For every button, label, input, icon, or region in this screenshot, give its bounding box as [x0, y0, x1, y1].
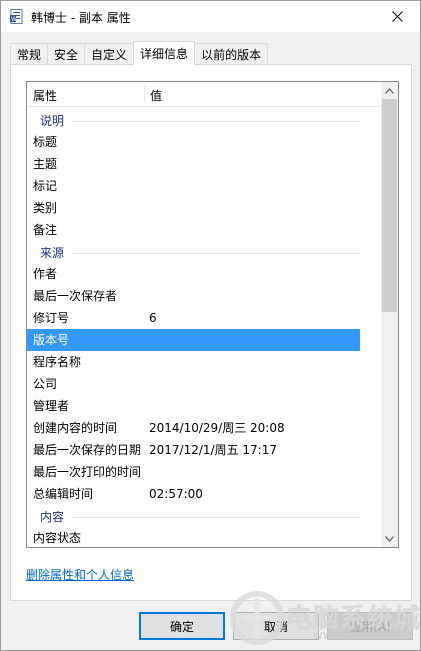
group-divider [73, 517, 360, 518]
list-item[interactable]: 标题 [27, 131, 380, 153]
tab-previous-versions[interactable]: 以前的版本 [194, 43, 269, 65]
group-header-origin: 来源 [27, 241, 380, 263]
chevron-down-icon [385, 535, 394, 542]
properties-dialog: W 韩博士 - 副本 属性 常规 安全 自定义 详细信息 以前的版本 属性 值 [0, 0, 421, 651]
tab-details[interactable]: 详细信息 [133, 41, 196, 65]
property-name: 最后一次保存者 [33, 289, 118, 303]
list-item[interactable]: 备注 [27, 219, 380, 241]
property-value: 2014/10/29/周三 20:08 [149, 421, 285, 435]
property-name: 公司 [33, 377, 58, 391]
column-header-value[interactable]: 值 [150, 87, 162, 104]
properties-list[interactable]: 属性 值 说明 标题 主题 标记 类别 备注 来源 作者 最后一次保存者 修订号… [26, 81, 399, 548]
group-header-content: 内容 [27, 505, 380, 527]
scroll-up-arrow[interactable] [381, 82, 398, 99]
property-name: 标记 [33, 179, 58, 193]
tab-strip: 常规 安全 自定义 详细信息 以前的版本 [10, 41, 269, 65]
close-icon [391, 11, 403, 22]
list-item-selected[interactable]: 版本号 [27, 329, 360, 351]
list-item[interactable]: 修订号 6 [27, 307, 380, 329]
list-item[interactable]: 内容状态 [27, 527, 380, 547]
tab-general[interactable]: 常规 [10, 43, 49, 65]
property-name: 内容状态 [33, 531, 82, 545]
property-name: 主题 [33, 157, 58, 171]
list-item[interactable]: 管理者 [27, 395, 380, 417]
vertical-scrollbar[interactable] [381, 82, 398, 547]
property-name: 作者 [33, 267, 58, 281]
property-name: 程序名称 [33, 355, 82, 369]
property-name: 修订号 [33, 311, 70, 325]
list-item[interactable]: 主题 [27, 153, 380, 175]
cancel-button[interactable]: 取消 [233, 612, 319, 640]
property-name: 标题 [33, 135, 58, 149]
property-name: 类别 [33, 201, 58, 215]
list-item[interactable]: 公司 [27, 373, 380, 395]
list-item[interactable]: 最后一次保存的日期 2017/12/1/周五 17:17 [27, 439, 380, 461]
details-panel: 属性 值 说明 标题 主题 标记 类别 备注 来源 作者 最后一次保存者 修订号… [10, 64, 412, 601]
column-divider[interactable] [144, 85, 145, 103]
group-divider [73, 121, 360, 122]
property-name: 创建内容的时间 [33, 421, 118, 435]
group-divider [73, 253, 360, 254]
group-header-description: 说明 [27, 109, 380, 131]
list-header: 属性 值 [27, 82, 380, 107]
property-value: 6 [149, 311, 157, 325]
list-item[interactable]: 作者 [27, 263, 380, 285]
property-name: 版本号 [33, 333, 70, 347]
group-label: 说明 [40, 114, 65, 128]
close-button[interactable] [374, 1, 420, 32]
list-item[interactable]: 最后一次保存者 [27, 285, 380, 307]
svg-text:W: W [11, 16, 17, 23]
property-name: 最后一次保存的日期 [33, 443, 142, 457]
group-label: 来源 [40, 246, 65, 260]
list-item[interactable]: 程序名称 [27, 351, 380, 373]
title-bar[interactable]: W 韩博士 - 副本 属性 [1, 1, 420, 32]
column-header-property[interactable]: 属性 [33, 87, 57, 104]
list-item[interactable]: 总编辑时间 02:57:00 [27, 483, 380, 505]
tab-custom[interactable]: 自定义 [84, 43, 135, 65]
property-name: 备注 [33, 223, 58, 237]
list-rows: 说明 标题 主题 标记 类别 备注 来源 作者 最后一次保存者 修订号 6 版本号… [27, 109, 380, 547]
document-icon: W [10, 9, 24, 24]
ok-button[interactable]: 确定 [139, 612, 225, 640]
property-value: 02:57:00 [149, 487, 203, 501]
list-item[interactable]: 最后一次打印的时间 [27, 461, 380, 483]
tab-security[interactable]: 安全 [47, 43, 86, 65]
list-item[interactable]: 标记 [27, 175, 380, 197]
property-value: 2017/12/1/周五 17:17 [149, 443, 277, 457]
scrollbar-thumb[interactable] [382, 99, 397, 312]
list-item[interactable]: 类别 [27, 197, 380, 219]
apply-button[interactable]: 应用(A) [327, 612, 413, 640]
property-name: 总编辑时间 [33, 487, 94, 501]
list-item[interactable]: 创建内容的时间 2014/10/29/周三 20:08 [27, 417, 380, 439]
remove-properties-link[interactable]: 删除属性和个人信息 [26, 566, 134, 583]
property-name: 最后一次打印的时间 [33, 465, 142, 479]
window-title: 韩博士 - 副本 属性 [31, 11, 131, 25]
property-name: 管理者 [33, 399, 70, 413]
chevron-up-icon [385, 87, 394, 94]
scroll-down-arrow[interactable] [381, 530, 398, 547]
group-label: 内容 [40, 510, 65, 524]
